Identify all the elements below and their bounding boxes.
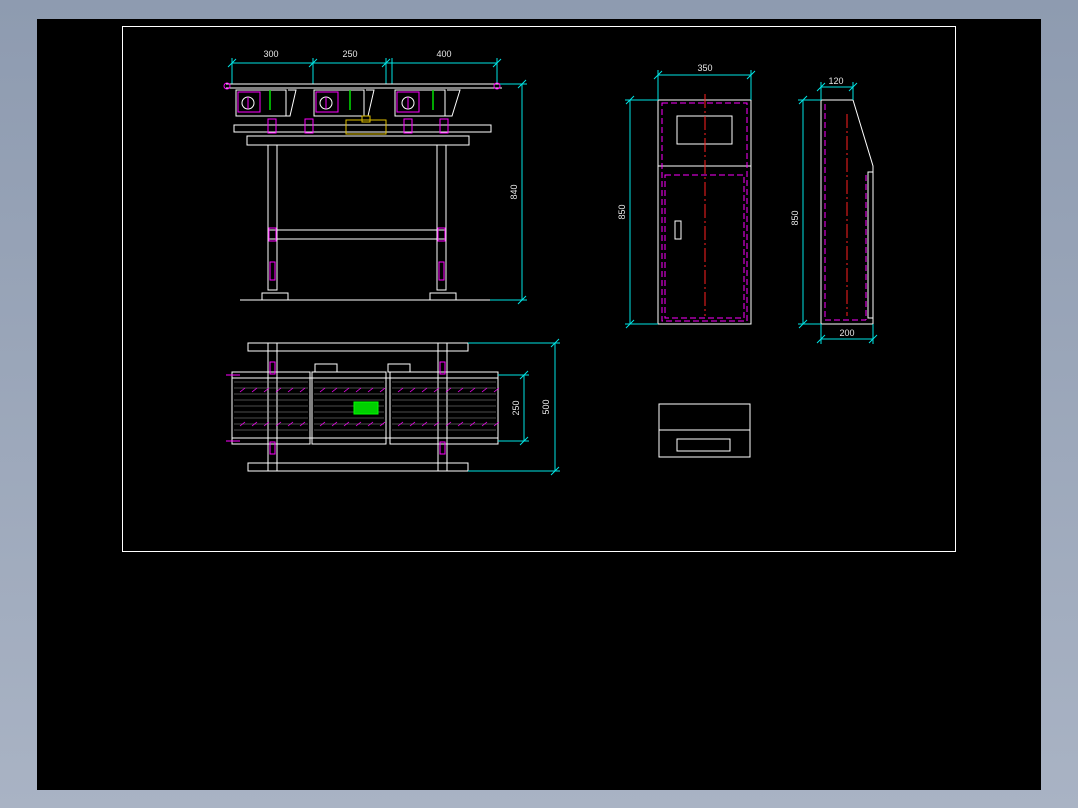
cabinet-side-view: 120 850 200 <box>790 76 878 344</box>
conveyor-belt-upper <box>226 83 502 146</box>
cabinet-top-view <box>658 403 751 458</box>
green-control-box <box>353 401 379 415</box>
green-sensor <box>269 90 434 110</box>
drawing-frame <box>122 26 956 552</box>
dim-text-400: 400 <box>436 49 451 59</box>
conveyor-front-view: 300 250 400 840 <box>223 49 527 305</box>
dim-text-500: 500 <box>541 399 551 414</box>
dim-text-350: 350 <box>697 63 712 73</box>
cad-viewport[interactable]: 300 250 400 840 250 500 350 850 120 850 … <box>37 19 1041 790</box>
cabinet-front-view: 350 850 <box>617 63 756 329</box>
dim-text-300: 300 <box>263 49 278 59</box>
conveyor-legs <box>261 144 457 301</box>
dim-text-250-top: 250 <box>511 400 521 415</box>
leg-hidden-lines <box>268 227 446 281</box>
cabinet-front-dimensions <box>625 70 756 329</box>
drawing-canvas: 300 250 400 840 250 500 350 850 120 850 … <box>122 26 956 552</box>
dim-text-120: 120 <box>828 76 843 86</box>
front-top-dimensions <box>227 58 502 84</box>
top-view-hidden <box>226 361 446 455</box>
conveyor-top-view: 250 500 <box>226 338 560 476</box>
dim-text-250: 250 <box>342 49 357 59</box>
cabinet-side-dimensions <box>798 82 878 344</box>
dim-text-850-front: 850 <box>617 204 627 219</box>
dim-text-850-side: 850 <box>790 210 800 225</box>
dim-text-200: 200 <box>839 328 854 338</box>
dim-text-840: 840 <box>509 184 519 199</box>
cabinet-side-hidden <box>824 104 867 321</box>
